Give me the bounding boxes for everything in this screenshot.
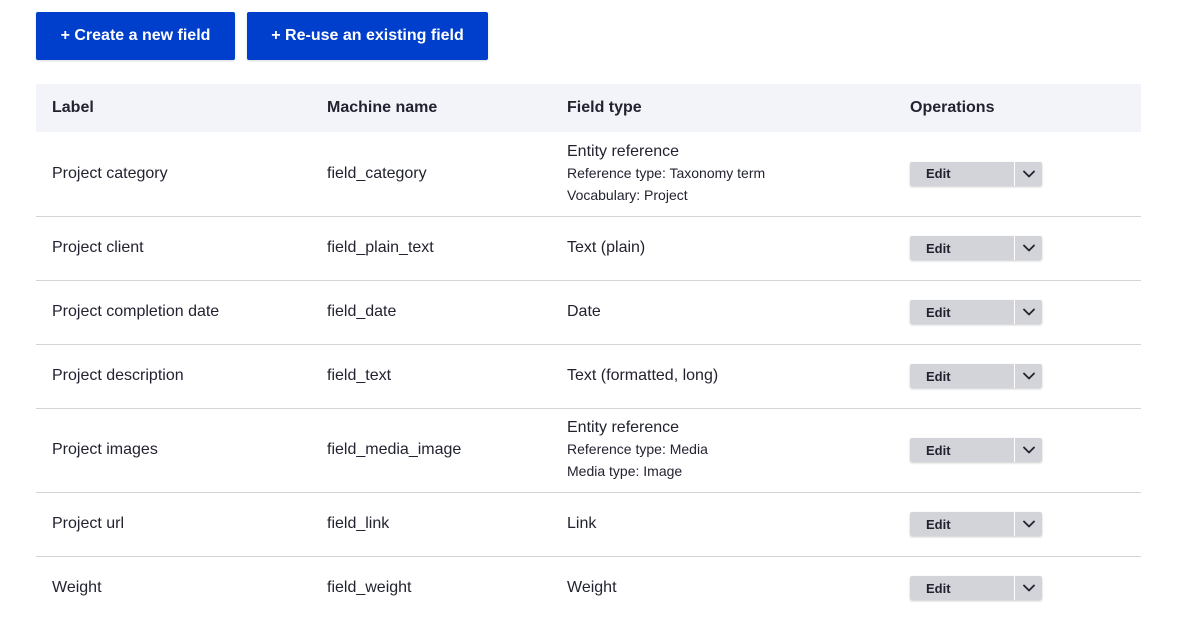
- operations-toggle-button[interactable]: [1015, 364, 1042, 388]
- edit-button[interactable]: Edit: [910, 364, 1015, 388]
- operations-toggle-button[interactable]: [1015, 438, 1042, 462]
- operations-cell: Edit: [910, 408, 1141, 493]
- column-header-operations: Operations: [910, 99, 995, 116]
- field-machine-name: field_text: [327, 344, 567, 409]
- operations-dropbutton: Edit: [910, 236, 1042, 260]
- field-type-cell: Entity reference Reference type: Taxonomy…: [567, 132, 910, 217]
- fields-table: Label Machine name Field type Operations…: [36, 84, 1141, 620]
- operations-toggle-button[interactable]: [1015, 161, 1042, 186]
- chevron-down-icon: [1022, 520, 1035, 528]
- chevron-down-icon: [1022, 308, 1035, 316]
- field-type-detail: Media type: Image: [567, 463, 683, 479]
- field-machine-name: field_date: [327, 280, 567, 345]
- field-machine-name: field_link: [327, 492, 567, 557]
- operations-dropbutton: Edit: [910, 512, 1042, 536]
- field-type-cell: Text (formatted, long): [567, 344, 910, 409]
- field-type-detail: Vocabulary: Project: [567, 186, 688, 203]
- operations-dropbutton: Edit: [910, 576, 1042, 600]
- chevron-down-icon: [1022, 170, 1035, 178]
- operations-dropbutton: Edit: [910, 300, 1042, 324]
- field-type: Date: [567, 303, 601, 320]
- chevron-down-icon: [1022, 372, 1035, 380]
- field-label: Project url: [36, 492, 327, 557]
- table-row: Weight field_weight Weight Edit: [36, 556, 1141, 620]
- operations-dropbutton: Edit: [910, 161, 1042, 186]
- field-type: Weight: [567, 579, 617, 596]
- field-actions: + Create a new field + Re-use an existin…: [36, 12, 488, 60]
- field-label: Project category: [36, 132, 327, 217]
- field-label: Project images: [36, 408, 327, 493]
- manage-fields-page: + Create a new field + Re-use an existin…: [0, 0, 1186, 620]
- edit-button[interactable]: Edit: [910, 236, 1015, 260]
- operations-toggle-button[interactable]: [1015, 236, 1042, 260]
- operations-dropbutton: Edit: [910, 438, 1042, 462]
- table-body: Project category field_category Entity ref…: [36, 132, 1141, 620]
- field-type-cell: Text (plain): [567, 216, 910, 281]
- table-row: Project images field_media_image Entity re…: [36, 408, 1141, 493]
- reuse-existing-field-button[interactable]: + Re-use an existing field: [247, 12, 488, 60]
- field-machine-name: field_media_image: [327, 408, 567, 493]
- operations-dropbutton: Edit: [910, 364, 1042, 388]
- edit-button[interactable]: Edit: [910, 300, 1015, 324]
- column-header-label: Label: [52, 99, 94, 116]
- field-type-detail: Reference type: Taxonomy term: [567, 164, 766, 181]
- field-type: Text (plain): [567, 239, 646, 256]
- field-type: Entity reference: [567, 419, 680, 436]
- table-header: Label Machine name Field type Operations: [36, 84, 1141, 132]
- edit-button[interactable]: Edit: [910, 512, 1015, 536]
- create-new-field-button[interactable]: + Create a new field: [36, 12, 235, 60]
- operations-cell: Edit: [910, 556, 1141, 620]
- field-machine-name: field_plain_text: [327, 216, 567, 281]
- chevron-down-icon: [1022, 244, 1035, 252]
- operations-cell: Edit: [910, 280, 1141, 345]
- edit-button[interactable]: Edit: [910, 576, 1015, 600]
- field-label: Project client: [36, 216, 327, 281]
- table-row: Project description field_text Text (forma…: [36, 344, 1141, 409]
- operations-toggle-button[interactable]: [1015, 300, 1042, 324]
- field-type-detail: Reference type: Media: [567, 441, 708, 457]
- field-machine-name: field_category: [327, 132, 567, 217]
- edit-button[interactable]: Edit: [910, 161, 1015, 186]
- field-type-cell: Date: [567, 280, 910, 345]
- field-label: Weight: [36, 556, 327, 620]
- table-row: Project category field_category Entity ref…: [36, 132, 1141, 217]
- table-row: Project completion date field_date Date Edi…: [36, 280, 1141, 345]
- table-row: Project client field_plain_text Text (plai…: [36, 216, 1141, 281]
- field-machine-name: field_weight: [327, 556, 567, 620]
- field-label: Project completion date: [36, 280, 327, 345]
- operations-cell: Edit: [910, 344, 1141, 409]
- column-header-machine-name: Machine name: [327, 99, 438, 116]
- chevron-down-icon: [1022, 584, 1035, 592]
- operations-cell: Edit: [910, 132, 1141, 217]
- chevron-down-icon: [1022, 446, 1035, 454]
- field-type-cell: Weight: [567, 556, 910, 620]
- operations-toggle-button[interactable]: [1015, 512, 1042, 536]
- field-type: Entity reference: [567, 142, 680, 160]
- field-type-cell: Entity reference Reference type: Media Med…: [567, 408, 910, 493]
- column-header-field-type: Field type: [567, 99, 642, 116]
- table-row: Project url field_link Link Edit: [36, 492, 1141, 557]
- operations-cell: Edit: [910, 216, 1141, 281]
- operations-toggle-button[interactable]: [1015, 576, 1042, 600]
- field-type: Text (formatted, long): [567, 367, 719, 384]
- field-type: Link: [567, 515, 597, 532]
- field-label: Project description: [36, 344, 327, 409]
- field-type-cell: Link: [567, 492, 910, 557]
- operations-cell: Edit: [910, 492, 1141, 557]
- edit-button[interactable]: Edit: [910, 438, 1015, 462]
